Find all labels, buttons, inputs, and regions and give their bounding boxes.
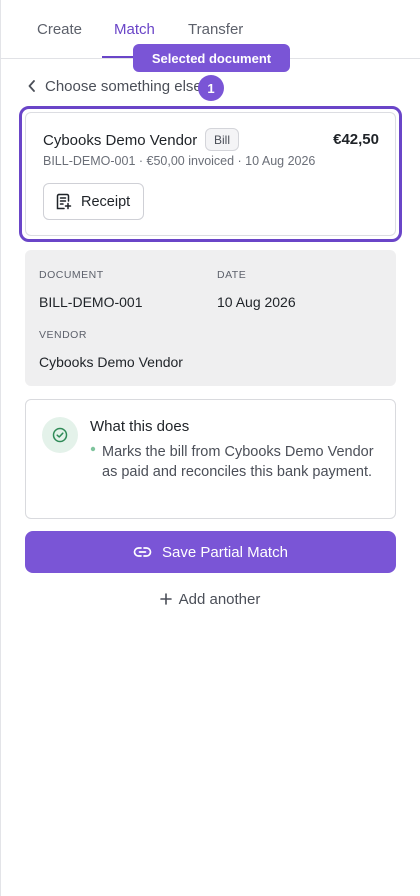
receipt-button-label: Receipt — [81, 193, 131, 210]
document-card[interactable]: Cybooks Demo Vendor Bill €42,50 BILL-DEM… — [25, 112, 396, 236]
chevron-left-icon — [28, 80, 35, 92]
date-label: DATE — [217, 269, 247, 281]
receipt-icon — [56, 193, 72, 210]
vendor-value: Cybooks Demo Vendor — [39, 354, 183, 370]
bullet-icon — [90, 446, 96, 452]
tab-create[interactable]: Create — [37, 21, 82, 38]
step-number-badge: 1 — [198, 75, 224, 101]
tab-match[interactable]: Match — [114, 21, 155, 38]
document-meta: BILL-DEMO-001 · €50,00 invoiced · 10 Aug… — [43, 154, 316, 168]
link-icon — [133, 547, 152, 557]
document-details-panel: DOCUMENT BILL-DEMO-001 DATE 10 Aug 2026 … — [25, 250, 396, 386]
document-type-badge: Bill — [205, 128, 240, 151]
info-description: Marks the bill from Cybooks Demo Vendor … — [102, 444, 374, 480]
document-vendor-name: Cybooks Demo Vendor — [43, 132, 198, 149]
choose-something-else-link[interactable]: Choose something else — [28, 76, 202, 96]
date-value: 10 Aug 2026 — [217, 294, 296, 310]
document-amount: €42,50 — [333, 131, 379, 148]
plus-icon — [159, 593, 172, 605]
selected-document-tooltip: Selected document — [133, 44, 290, 72]
panel-left-border — [0, 0, 1, 896]
check-circle-icon — [42, 417, 78, 453]
document-label: DOCUMENT — [39, 269, 104, 281]
choose-something-else-label: Choose something else — [45, 77, 202, 95]
add-another-label: Add another — [178, 590, 261, 608]
vendor-label: VENDOR — [39, 329, 87, 341]
info-title: What this does — [90, 418, 190, 435]
save-partial-match-button[interactable]: Save Partial Match — [25, 531, 396, 573]
tab-transfer[interactable]: Transfer — [188, 21, 243, 38]
what-this-does-panel: What this does Marks the bill from Cyboo… — [25, 399, 396, 519]
document-value: BILL-DEMO-001 — [39, 294, 143, 310]
save-partial-match-label: Save Partial Match — [162, 543, 288, 561]
receipt-button[interactable]: Receipt — [43, 183, 144, 220]
add-another-button[interactable]: Add another — [0, 589, 420, 609]
